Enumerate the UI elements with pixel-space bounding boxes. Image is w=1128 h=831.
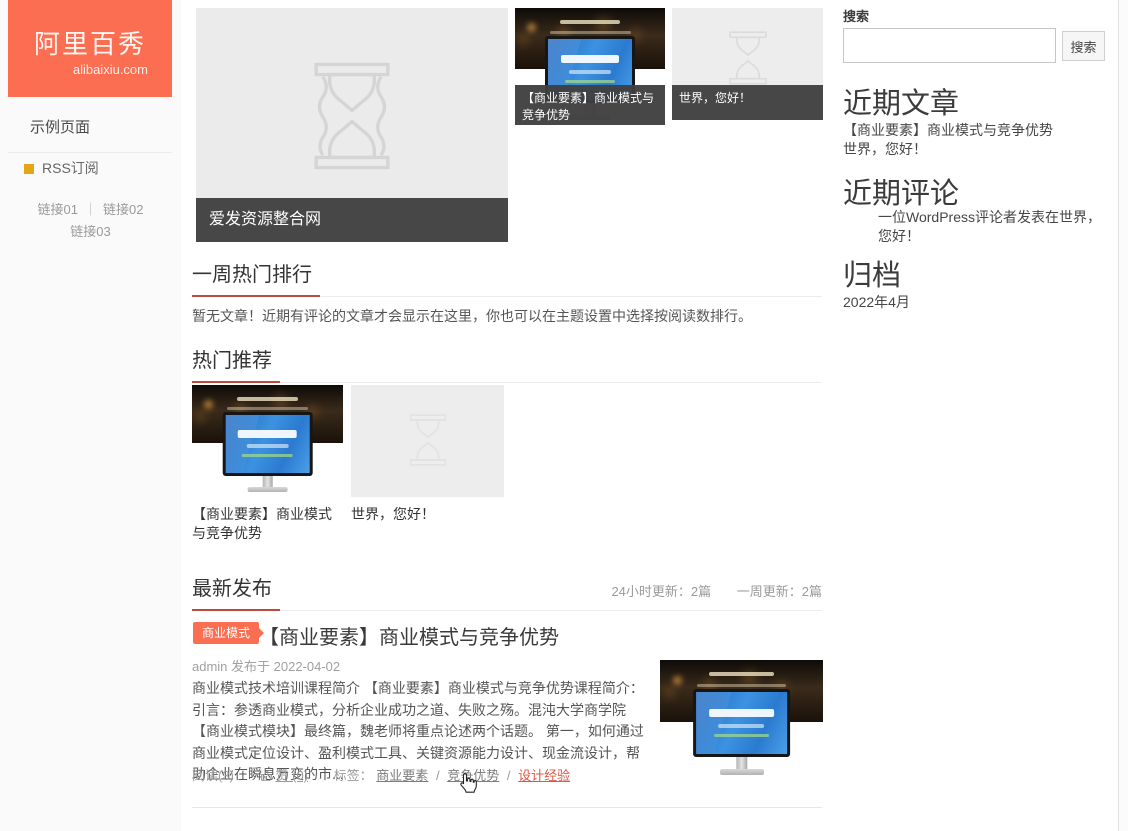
sidebar-link-03[interactable]: 链接03 bbox=[70, 224, 110, 239]
sidebar-links-row1: 链接01 ｜ 链接02 bbox=[0, 199, 181, 218]
section-title: 一周热门排行 bbox=[192, 258, 312, 296]
widget-title-recent-posts: 近期文章 bbox=[843, 80, 959, 122]
left-sidebar: 阿里百秀 alibaixiu.com 示例页面 RSS订阅 链接01｜链接02 … bbox=[0, 0, 181, 831]
widget-title-recent-comments: 近期评论 bbox=[843, 170, 959, 212]
stat-24h: 24小时更新：2篇 bbox=[611, 584, 711, 599]
tags-label: 标签： bbox=[334, 768, 373, 783]
section-latest: 最新发布 24小时更新：2篇 一周更新：2篇 bbox=[192, 572, 822, 611]
rss-label: RSS订阅 bbox=[42, 160, 99, 176]
weekly-empty-text: 暂无文章！近期有评论的文章才会显示在这里，你也可以在主题设置中选择按阅读数排行。 bbox=[192, 306, 822, 327]
site-title: 阿里百秀 bbox=[8, 24, 172, 61]
post-meta: admin 发布于 2022-04-02 bbox=[192, 656, 340, 675]
featured-post-3[interactable]: 世界，您好！ bbox=[672, 8, 823, 120]
like-label[interactable]: 赞 (0) bbox=[276, 768, 309, 783]
sidebar-item-sample-page[interactable]: 示例页面 bbox=[8, 97, 172, 153]
site-domain: alibaixiu.com bbox=[8, 62, 172, 77]
rss-icon bbox=[24, 164, 34, 174]
heading-accent bbox=[192, 609, 280, 611]
section-title: 热门推荐 bbox=[192, 344, 272, 382]
featured-post-main[interactable]: 爱发资源整合网 bbox=[196, 8, 508, 242]
tag-link-1[interactable]: 商业要素 bbox=[376, 768, 428, 783]
recent-post-link-1[interactable]: 【商业要素】商业模式与竞争优势 bbox=[843, 120, 1053, 140]
featured-caption[interactable]: 世界，您好！ bbox=[672, 85, 823, 120]
featured-caption[interactable]: 【商业要素】商业模式与竞争优势 bbox=[515, 85, 665, 125]
recent-post-link-2[interactable]: 世界，您好！ bbox=[843, 139, 927, 159]
post-thumbnail[interactable] bbox=[660, 660, 823, 780]
archive-link[interactable]: 2022年4月 bbox=[843, 292, 910, 312]
sidebar-link-02[interactable]: 链接02 bbox=[103, 202, 143, 217]
heading-accent bbox=[192, 381, 280, 383]
sidebar-link-01[interactable]: 链接01 bbox=[38, 202, 78, 217]
section-title: 最新发布 bbox=[192, 572, 272, 610]
hot-post-thumbnail[interactable] bbox=[192, 385, 343, 497]
search-button[interactable]: 搜索 bbox=[1062, 31, 1105, 61]
hot-post-caption[interactable]: 世界，您好！ bbox=[351, 505, 501, 524]
placeholder-hourglass-icon bbox=[724, 30, 772, 86]
hot-post-thumbnail[interactable] bbox=[351, 385, 504, 497]
recent-comment-item[interactable]: 一位WordPress评论者发表在世界，您好！ bbox=[878, 208, 1106, 246]
featured-caption[interactable]: 爱发资源整合网 bbox=[196, 198, 508, 242]
post-category-badge[interactable]: 商业模式 bbox=[193, 622, 259, 644]
content-divider bbox=[192, 807, 822, 808]
page-root: 阿里百秀 alibaixiu.com 示例页面 RSS订阅 链接01｜链接02 … bbox=[0, 0, 1128, 831]
like-button[interactable]: 赞 (0) bbox=[260, 768, 312, 783]
post-title[interactable]: 【商业要素】商业模式与竞争优势 bbox=[259, 621, 559, 650]
sidebar-links-row2: 链接03 bbox=[0, 221, 181, 240]
placeholder-hourglass-icon bbox=[300, 60, 404, 172]
site-logo[interactable]: 阿里百秀 alibaixiu.com bbox=[8, 0, 172, 97]
widget-title-archives: 归档 bbox=[843, 252, 901, 294]
search-input[interactable] bbox=[843, 28, 1056, 63]
post-footer-meta: 阅读(3) 赞 (0) 标签： 商业要素 / 竞争优势 / 设计经验 bbox=[192, 765, 570, 784]
stat-week: 一周更新：2篇 bbox=[737, 584, 822, 599]
update-stats: 24小时更新：2篇 一周更新：2篇 bbox=[589, 581, 822, 600]
sidebar-item-rss[interactable]: RSS订阅 bbox=[8, 146, 172, 190]
placeholder-hourglass-icon bbox=[405, 413, 451, 467]
section-hot-recommend: 热门推荐 bbox=[192, 344, 822, 383]
thumbs-up-icon bbox=[260, 769, 273, 782]
tag-link-2[interactable]: 竞争优势 bbox=[447, 768, 499, 783]
link-separator: ｜ bbox=[84, 202, 97, 217]
scrollbar-track[interactable] bbox=[1118, 0, 1128, 831]
read-count: 阅读(3) bbox=[192, 768, 234, 783]
heading-accent bbox=[192, 295, 320, 297]
featured-post-2[interactable]: 【商业要素】商业模式与竞争优势 bbox=[515, 8, 665, 125]
search-label: 搜索 bbox=[843, 6, 869, 25]
tag-link-3-hover[interactable]: 设计经验 bbox=[518, 768, 570, 783]
section-weekly-hot: 一周热门排行 bbox=[192, 258, 822, 297]
hot-post-caption[interactable]: 【商业要素】商业模式与竞争优势 bbox=[192, 505, 342, 543]
